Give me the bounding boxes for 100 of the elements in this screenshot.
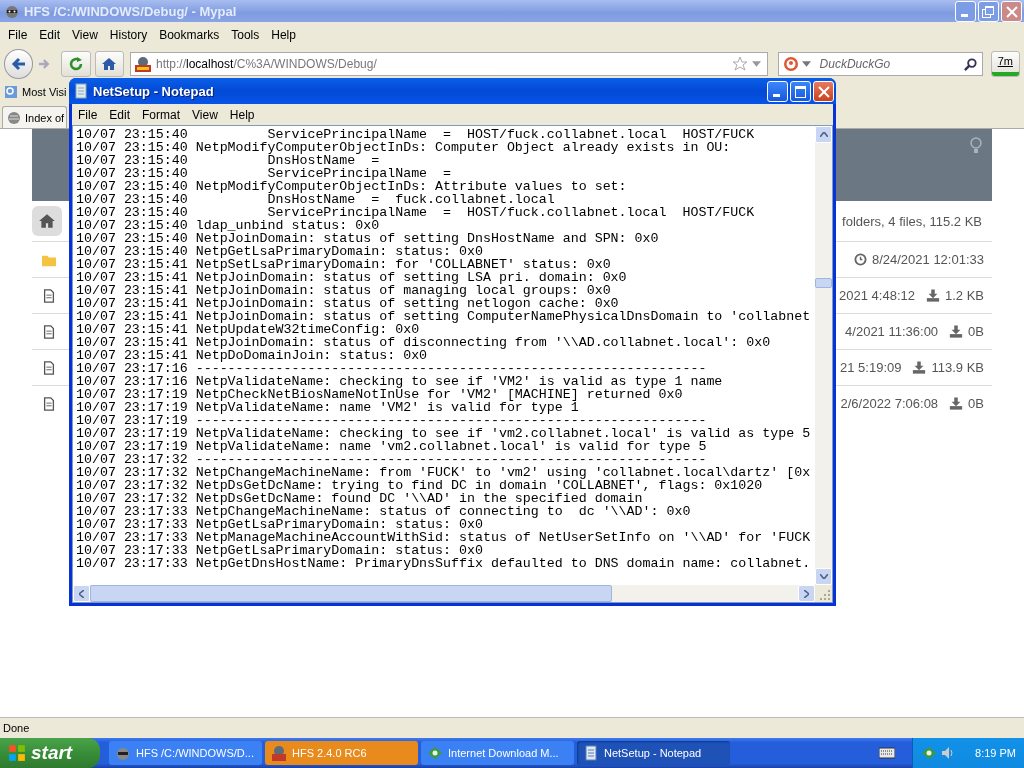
home-button[interactable]	[32, 206, 62, 236]
log-line: 10/07 23:17:19 NetpCheckNetBiosNameNotInUse for 'VM2' [MACHINE] returned 0x0	[76, 388, 684, 401]
menu-item[interactable]: File	[72, 105, 104, 124]
search-input[interactable]: DuckDuckGo	[813, 57, 960, 71]
log-line: 10/07 23:17:19 ----------------------------------------------------------------	[76, 414, 708, 427]
log-line: 10/07 23:15:41 NetpJoinDomain: status of disconnecting from '\\AD.collabnet.local': 0x0	[76, 336, 772, 349]
vertical-scrollbar[interactable]	[815, 126, 832, 585]
log-line: 10/07 23:17:16 ----------------------------------------------------------------	[76, 362, 708, 375]
menu-item[interactable]: Help	[265, 26, 302, 44]
close-button[interactable]	[1001, 0, 1022, 22]
size-grip[interactable]	[815, 585, 832, 602]
menu-item[interactable]: Edit	[103, 105, 137, 124]
network-icon[interactable]	[921, 745, 937, 761]
minimize-button[interactable]	[767, 80, 788, 102]
taskbar-button[interactable]: Internet Download M...	[421, 741, 574, 765]
speaker-icon[interactable]	[940, 745, 956, 761]
restore-button[interactable]	[978, 0, 999, 22]
log-line: 10/07 23:15:40 DnsHostName = fuck.collabnet.local	[76, 193, 556, 206]
menu-item[interactable]: View	[186, 105, 224, 124]
log-line: 10/07 23:17:32 ----------------------------------------------------------------	[76, 453, 708, 466]
scroll-left-button[interactable]	[73, 585, 90, 602]
scroll-right-button[interactable]	[798, 585, 815, 602]
log-line: 10/07 23:15:40 ServicePrincipalName = HOST/fuck.collabnet.local HOST/FUCK	[76, 128, 756, 141]
log-line: 10/07 23:17:32 NetpDsGetDcName: found DC '\\AD' in the specified domain	[76, 492, 644, 505]
menu-item[interactable]: View	[66, 26, 104, 44]
log-line: 10/07 23:15:40 ldap_unbind status: 0x0	[76, 219, 380, 232]
document-icon	[42, 360, 56, 375]
back-button[interactable]	[4, 49, 34, 79]
scrollbar-thumb[interactable]	[815, 278, 832, 288]
addon-button[interactable]: 7m	[990, 51, 1020, 77]
maximize-button[interactable]	[790, 80, 811, 102]
lightbulb-icon[interactable]	[970, 137, 982, 155]
clock-icon	[853, 253, 867, 266]
log-line: 10/07 23:17:33 NetpGetDnsHostName: PrimaryDnsSuffix defaulted to DNS domain name: collabnet.	[76, 557, 812, 570]
scroll-up-button[interactable]	[815, 126, 832, 143]
home-button[interactable]	[94, 51, 124, 77]
windows-logo-icon	[8, 744, 26, 762]
log-line: 10/07 23:15:41 NetpJoinDomain: status of managing local groups: 0x0	[76, 284, 612, 297]
home-icon	[101, 56, 118, 72]
menu-item[interactable]: File	[2, 26, 34, 44]
log-line: 10/07 23:17:32 NetpChangeMachineName: from 'FUCK' to 'vm2' using 'collabnet.local\dartz' [0x	[76, 466, 812, 479]
log-line: 10/07 23:15:40 ServicePrincipalName = HOST/fuck.collabnet.local HOST/FUCK	[76, 206, 756, 219]
file-size: 113.9 KB	[931, 360, 984, 375]
log-line: 10/07 23:15:41 NetpSetLsaPrimaryDomain: for 'COLLABNET' status: 0x0	[76, 258, 612, 271]
menu-item[interactable]: Format	[136, 105, 187, 124]
search-icon[interactable]	[962, 56, 978, 72]
download-icon	[912, 361, 927, 374]
start-button[interactable]: start	[0, 738, 100, 768]
window-title: NetSetup - Notepad	[93, 83, 214, 99]
taskbar-button[interactable]: NetSetup - Notepad	[577, 741, 730, 765]
menu-item[interactable]: Edit	[33, 26, 67, 44]
folder-summary: folders, 4 files, 115.2 KB	[842, 213, 982, 229]
browser-tab[interactable]: Index of	[2, 106, 67, 128]
reload-button[interactable]	[61, 51, 91, 77]
file-size: 1.2 KB	[944, 288, 984, 303]
document-icon	[42, 396, 56, 411]
log-line: 10/07 23:15:40 NetpModifyComputerObjectInDs: Computer Object already exists in OU:	[76, 141, 732, 154]
close-button[interactable]	[813, 80, 834, 102]
scroll-down-button[interactable]	[815, 568, 832, 585]
modified-date: 21 5:19:09	[840, 360, 902, 375]
star-icon[interactable]	[731, 56, 748, 72]
home-icon	[38, 212, 56, 230]
log-line: 10/07 23:15:41 NetpJoinDomain: status of setting ComputerNamePhysicalDnsDomain to 'collabnet	[76, 310, 812, 323]
log-line: 10/07 23:17:19 NetpValidateName: name 'VM2' is valid for type 1	[76, 401, 580, 414]
notepad-icon	[583, 745, 599, 761]
search-field[interactable]: DuckDuckGo	[777, 52, 983, 76]
log-line: 10/07 23:17:32 NetpDsGetDcName: trying to find DC in domain 'COLLABNET', flags: 0x1020	[76, 479, 764, 492]
modified-date: 4/2021 11:36:00	[845, 324, 939, 339]
modified-date: 2/6/2022 7:06:08	[840, 396, 939, 411]
log-line: 10/07 23:17:33 NetpManageMachineAccountWithSid: status of NetUserSetInfo on '\\AD' for 'FUCK	[76, 531, 812, 544]
dropdown-icon[interactable]	[801, 61, 811, 67]
scrollbar-thumb[interactable]	[90, 585, 612, 602]
bookmark-item[interactable]: Most Visi	[22, 86, 67, 98]
modified-date: 8/24/2021 12:01:33	[871, 252, 984, 267]
status-text: Done	[3, 722, 30, 734]
file-size: 0B	[968, 324, 984, 339]
document-icon	[42, 324, 56, 339]
clock: 8:19 PM	[975, 747, 1016, 759]
menu-item[interactable]: History	[103, 26, 154, 44]
log-line: 10/07 23:17:19 NetpValidateName: checking to see if 'vm2.collabnet.local' is valid as type 5	[76, 427, 812, 440]
keyboard-icon[interactable]	[879, 747, 895, 759]
menu-item[interactable]: Bookmarks	[153, 26, 226, 44]
file-size: 0B	[968, 396, 984, 411]
log-line: 10/07 23:15:40 NetpModifyComputerObjectInDs: Attribute values to set:	[76, 180, 628, 193]
dropdown-icon[interactable]	[751, 61, 761, 67]
menu-item[interactable]: Tools	[225, 26, 266, 44]
taskbar-button[interactable]: HFS /C:/WINDOWS/D...	[109, 741, 262, 765]
document-icon	[42, 288, 56, 303]
log-line: 10/07 23:15:40 NetpGetLsaPrimaryDomain: status: 0x0	[76, 245, 484, 258]
menu-item[interactable]: Help	[223, 105, 261, 124]
address-field[interactable]: http://localhost/C%3A/WINDOWS/Debug/	[129, 52, 768, 76]
log-line: 10/07 23:15:41 NetpJoinDomain: status of setting netlogon cache: 0x0	[76, 297, 619, 310]
log-line: 10/07 23:15:41 NetpDoDomainJoin: status: 0x0	[76, 349, 428, 362]
horizontal-scrollbar[interactable]	[73, 585, 815, 602]
reload-icon	[67, 56, 84, 72]
minimize-button[interactable]	[955, 0, 976, 22]
log-line: 10/07 23:15:40 DnsHostName =	[76, 154, 380, 167]
download-icon	[949, 397, 964, 410]
modified-date: 2021 4:48:12	[839, 288, 915, 303]
notepad-icon	[73, 83, 89, 99]
